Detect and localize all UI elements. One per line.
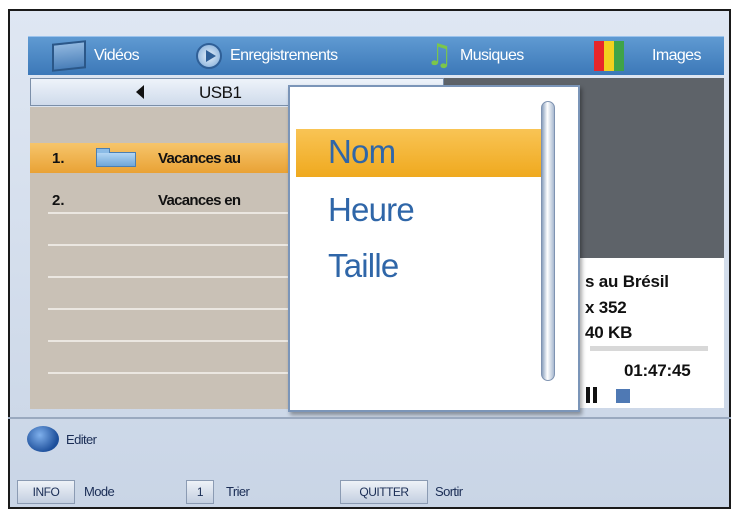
info-key-label: Mode <box>84 484 115 499</box>
back-arrow-icon[interactable] <box>136 85 144 99</box>
quit-key[interactable]: QUITTER <box>340 480 428 504</box>
pause-icon <box>586 387 597 403</box>
footer-divider <box>8 417 731 419</box>
quit-key-label: Sortir <box>435 484 463 499</box>
list-item-number: 2. <box>52 192 65 209</box>
blue-button-label: Editer <box>66 432 97 447</box>
tab-videos[interactable]: Vidéos <box>52 37 140 75</box>
tab-recordings[interactable]: Enregistrements <box>196 37 338 75</box>
stop-icon <box>616 389 630 403</box>
folder-icon <box>96 148 136 167</box>
tab-images[interactable]: Images <box>594 37 701 75</box>
details-size: 40 KB <box>585 323 633 342</box>
images-icon <box>594 41 626 71</box>
info-key[interactable]: INFO <box>17 480 75 504</box>
sort-option-taille[interactable]: Taille <box>296 243 542 291</box>
popup-scrollbar[interactable] <box>541 101 555 381</box>
list-item-name: Vacances en <box>158 192 241 209</box>
details-resolution: x 352 <box>585 298 627 317</box>
list-item-name: Vacances au <box>158 150 241 167</box>
music-icon <box>426 38 452 73</box>
tab-videos-label: Vidéos <box>94 47 140 64</box>
sort-menu-popup: Nom Heure Taille <box>288 85 580 412</box>
sort-option-heure[interactable]: Heure <box>296 187 542 235</box>
tab-recordings-label: Enregistrements <box>230 47 338 64</box>
sort-key-label: Trier <box>226 484 250 499</box>
tab-images-label: Images <box>652 47 701 64</box>
blue-button-icon[interactable] <box>27 426 59 452</box>
media-tab-bar: Vidéos Enregistrements Musiques Images <box>28 36 724 75</box>
breadcrumb-label: USB1 <box>199 83 242 102</box>
details-duration: 01:47:45 <box>624 361 691 380</box>
details-title: s au Brésil <box>585 272 669 291</box>
playback-progress-bar <box>590 346 708 351</box>
key-1[interactable]: 1 <box>186 480 214 504</box>
sort-option-nom[interactable]: Nom <box>296 129 542 177</box>
tab-music-label: Musiques <box>460 47 524 64</box>
tab-music[interactable]: Musiques <box>426 37 524 75</box>
list-item-number: 1. <box>52 150 65 167</box>
video-icon <box>52 40 86 72</box>
recordings-icon <box>196 43 222 69</box>
